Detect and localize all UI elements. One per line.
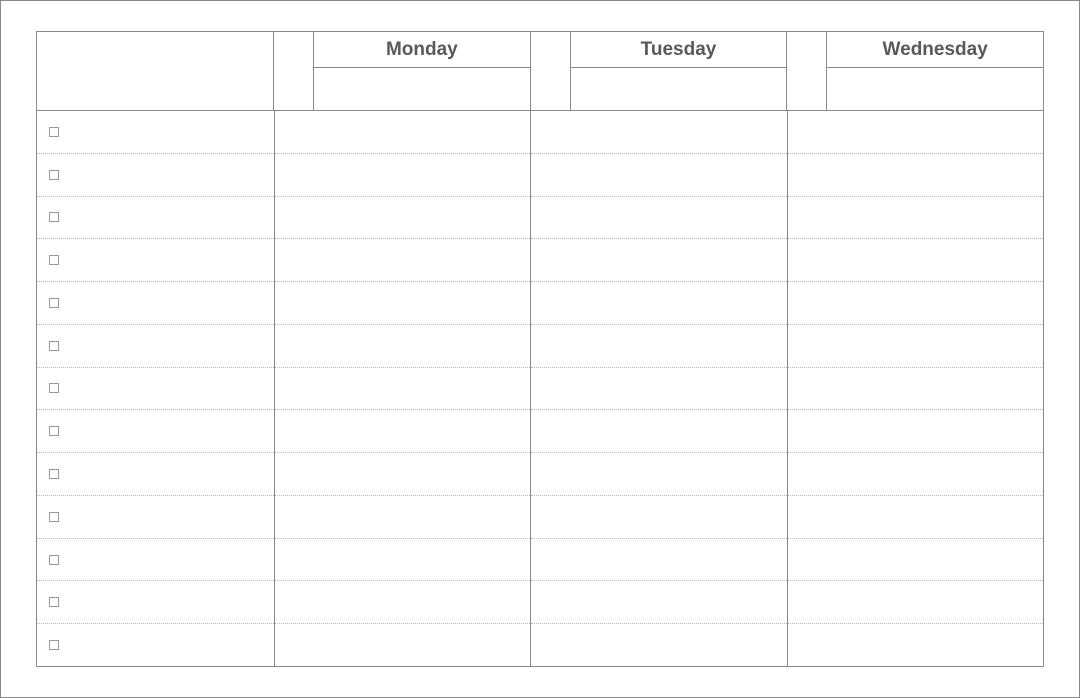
header-blank-spacer-2 (530, 32, 570, 110)
tuesday-column (530, 111, 786, 666)
task-row[interactable] (37, 453, 274, 496)
day-cell[interactable] (275, 154, 530, 197)
header-blank-spacer-3 (786, 32, 826, 110)
wednesday-column (787, 111, 1043, 666)
day-cell[interactable] (788, 239, 1043, 282)
day-cell[interactable] (275, 111, 530, 154)
day-cell[interactable] (275, 197, 530, 240)
day-cell[interactable] (275, 453, 530, 496)
day-cell[interactable] (275, 624, 530, 666)
header-day-monday: Monday (313, 32, 530, 110)
day-cell[interactable] (788, 624, 1043, 666)
task-row[interactable] (37, 539, 274, 582)
header-row: Monday Tuesday Wednesday (36, 31, 1044, 111)
checkbox-icon[interactable] (49, 255, 59, 265)
task-row[interactable] (37, 239, 274, 282)
day-cell[interactable] (788, 197, 1043, 240)
checkbox-icon[interactable] (49, 170, 59, 180)
day-cell[interactable] (531, 239, 786, 282)
day-subcell-tuesday[interactable] (571, 68, 787, 110)
day-cell[interactable] (275, 368, 530, 411)
task-row[interactable] (37, 368, 274, 411)
header-blank-spacer-1 (273, 32, 313, 110)
day-cell[interactable] (275, 496, 530, 539)
task-row[interactable] (37, 154, 274, 197)
checkbox-icon[interactable] (49, 640, 59, 650)
day-subcell-monday[interactable] (314, 68, 530, 110)
day-cell[interactable] (788, 496, 1043, 539)
tasks-rows (37, 111, 274, 666)
checkbox-icon[interactable] (49, 555, 59, 565)
day-cell[interactable] (788, 282, 1043, 325)
day-cell[interactable] (531, 624, 786, 666)
header-day-tuesday: Tuesday (570, 32, 787, 110)
day-cell[interactable] (275, 581, 530, 624)
task-row[interactable] (37, 282, 274, 325)
task-row[interactable] (37, 325, 274, 368)
day-cell[interactable] (788, 111, 1043, 154)
day-cell[interactable] (531, 539, 786, 582)
checkbox-icon[interactable] (49, 298, 59, 308)
day-cell[interactable] (788, 453, 1043, 496)
day-cell[interactable] (275, 410, 530, 453)
day-cell[interactable] (531, 368, 786, 411)
day-cell[interactable] (788, 410, 1043, 453)
day-cell[interactable] (275, 282, 530, 325)
monday-column (274, 111, 530, 666)
body-grid (36, 111, 1044, 667)
checkbox-icon[interactable] (49, 383, 59, 393)
checkbox-icon[interactable] (49, 341, 59, 351)
wednesday-rows (788, 111, 1043, 666)
day-cell[interactable] (531, 453, 786, 496)
day-cell[interactable] (788, 325, 1043, 368)
day-cell[interactable] (788, 368, 1043, 411)
day-subcell-wednesday[interactable] (827, 68, 1043, 110)
planner-sheet: Monday Tuesday Wednesday (36, 31, 1044, 667)
day-cell[interactable] (788, 539, 1043, 582)
day-cell[interactable] (531, 197, 786, 240)
checkbox-icon[interactable] (49, 597, 59, 607)
day-cell[interactable] (531, 282, 786, 325)
checkbox-icon[interactable] (49, 212, 59, 222)
monday-rows (275, 111, 530, 666)
day-cell[interactable] (275, 239, 530, 282)
day-cell[interactable] (788, 154, 1043, 197)
checkbox-icon[interactable] (49, 426, 59, 436)
task-row[interactable] (37, 581, 274, 624)
day-cell[interactable] (531, 154, 786, 197)
day-cell[interactable] (531, 496, 786, 539)
day-cell[interactable] (275, 325, 530, 368)
checkbox-icon[interactable] (49, 127, 59, 137)
day-cell[interactable] (531, 581, 786, 624)
header-blank-tasks (36, 32, 273, 110)
task-row[interactable] (37, 197, 274, 240)
task-row[interactable] (37, 111, 274, 154)
header-day-wednesday: Wednesday (826, 32, 1044, 110)
day-cell[interactable] (531, 410, 786, 453)
day-cell[interactable] (788, 581, 1043, 624)
day-label-monday: Monday (314, 32, 530, 68)
tuesday-rows (531, 111, 786, 666)
day-label-wednesday: Wednesday (827, 32, 1043, 68)
checkbox-icon[interactable] (49, 512, 59, 522)
day-label-tuesday: Tuesday (571, 32, 787, 68)
day-cell[interactable] (531, 111, 786, 154)
task-row[interactable] (37, 496, 274, 539)
tasks-column (37, 111, 274, 666)
checkbox-icon[interactable] (49, 469, 59, 479)
task-row[interactable] (37, 410, 274, 453)
day-cell[interactable] (531, 325, 786, 368)
day-cell[interactable] (275, 539, 530, 582)
task-row[interactable] (37, 624, 274, 666)
